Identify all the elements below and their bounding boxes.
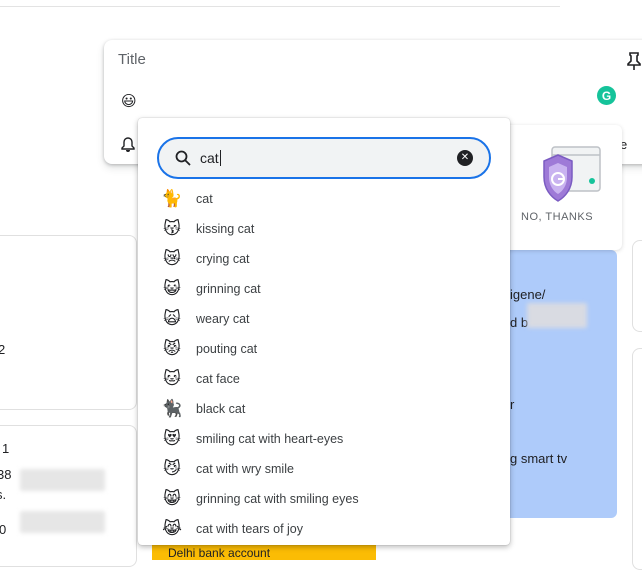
note-text: 38	[0, 467, 12, 482]
text-caret	[219, 150, 221, 166]
emoji-label: kissing cat	[196, 222, 255, 236]
emoji-label: cat with wry smile	[196, 462, 294, 476]
emoji-glyph: 😹	[162, 518, 182, 539]
emoji-glyph: 😻	[163, 428, 181, 449]
emoji-label: crying cat	[196, 252, 250, 266]
note-card-left-1[interactable]	[0, 235, 137, 410]
note-body-emoji: 😃	[121, 93, 137, 110]
emoji-result-item[interactable]: 🐱 cat face	[138, 364, 510, 394]
bell-icon[interactable]	[121, 137, 135, 158]
emoji-glyph: 😺	[163, 278, 181, 299]
emoji-picker: cat ✕ 🐈 cat 😽 kissing cat 😿 crying cat 😺 gri…	[138, 118, 510, 545]
emoji-glyph: 😼	[163, 458, 181, 479]
pin-icon[interactable]	[626, 51, 642, 76]
top-divider	[0, 6, 560, 7]
emoji-result-item[interactable]: 🙀 weary cat	[138, 304, 510, 334]
emoji-result-item[interactable]: 😻 smiling cat with heart-eyes	[138, 424, 510, 454]
note-text: igene/	[510, 287, 546, 302]
emoji-result-item[interactable]: 😾 pouting cat	[138, 334, 510, 364]
shield-icon	[538, 145, 602, 212]
clear-icon[interactable]: ✕	[457, 150, 473, 166]
note-text: d b	[510, 315, 529, 330]
emoji-label: pouting cat	[196, 342, 258, 356]
emoji-glyph: 🐈‍⬛	[161, 398, 183, 419]
note-text: 0	[0, 522, 7, 537]
no-thanks-button[interactable]: NO, THANKS	[521, 211, 593, 223]
emoji-glyph: 🐈	[161, 188, 183, 209]
emoji-label: cat	[196, 192, 213, 206]
emoji-label: grinning cat with smiling eyes	[196, 492, 359, 506]
emoji-result-list: 🐈 cat 😽 kissing cat 😿 crying cat 😺 grinning …	[138, 184, 510, 544]
emoji-label: black cat	[196, 402, 246, 416]
note-text: r	[510, 397, 515, 412]
emoji-result-item[interactable]: 😽 kissing cat	[138, 214, 510, 244]
search-icon	[175, 150, 191, 171]
redacted-text	[527, 303, 587, 328]
emoji-result-item[interactable]: 🐈‍⬛ black cat	[138, 394, 510, 424]
note-card-left-2[interactable]	[0, 425, 137, 567]
note-text: g smart tv	[510, 451, 568, 466]
emoji-glyph: 😸	[163, 488, 181, 509]
note-text: Delhi bank account	[168, 546, 271, 560]
emoji-search-box[interactable]: cat ✕	[157, 137, 491, 179]
note-card-right-2[interactable]	[632, 348, 642, 570]
emoji-result-item[interactable]: 🐈 cat	[138, 184, 510, 214]
note-title-input[interactable]: Title	[118, 51, 146, 68]
emoji-glyph: 🐱	[163, 368, 181, 389]
emoji-label: smiling cat with heart-eyes	[196, 432, 344, 446]
emoji-search-input[interactable]: cat	[200, 150, 221, 166]
redacted-text	[20, 469, 105, 491]
note-card-right-1[interactable]	[632, 240, 642, 332]
emoji-result-item[interactable]: 😸 grinning cat with smiling eyes	[138, 484, 510, 514]
note-text: 1	[2, 441, 10, 456]
emoji-result-item[interactable]: 😹 cat with tears of joy	[138, 514, 510, 544]
emoji-label: cat with tears of joy	[196, 522, 303, 536]
grammarly-icon[interactable]: G	[597, 86, 616, 105]
emoji-result-item[interactable]: 😿 crying cat	[138, 244, 510, 274]
emoji-glyph: 😿	[163, 248, 181, 269]
redacted-text	[20, 511, 105, 533]
emoji-result-item[interactable]: 😼 cat with wry smile	[138, 454, 510, 484]
emoji-label: weary cat	[196, 312, 250, 326]
emoji-label: grinning cat	[196, 282, 261, 296]
emoji-label: cat face	[196, 372, 240, 386]
emoji-result-item[interactable]: 😺 grinning cat	[138, 274, 510, 304]
emoji-glyph: 😾	[163, 338, 181, 359]
note-text: 2	[0, 342, 6, 357]
emoji-glyph: 😽	[163, 218, 181, 239]
emoji-glyph: 🙀	[163, 308, 181, 329]
note-text: s.	[0, 487, 7, 502]
